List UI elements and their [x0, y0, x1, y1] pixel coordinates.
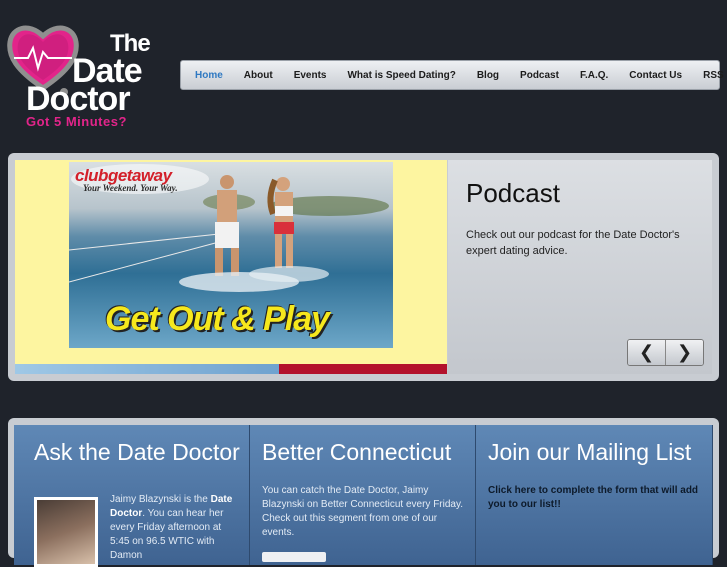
site-logo[interactable]: The Date Doctor Got 5 Minutes?	[6, 18, 166, 133]
main-nav: Home About Events What is Speed Dating? …	[180, 60, 724, 90]
mailing-column: Join our Mailing List Click here to comp…	[476, 425, 713, 565]
nav-rss[interactable]: RSS	[693, 70, 727, 81]
featured-slider: clubgetaway Your Weekend. Your Way. Get …	[8, 153, 719, 381]
ask-bio: Jaimy Blazynski is the Date Doctor. You …	[110, 493, 240, 563]
nav-speed-dating[interactable]: What is Speed Dating?	[337, 70, 466, 81]
video-thumbnail[interactable]	[262, 552, 326, 562]
mailing-list-link[interactable]: Click here to complete the form that wil…	[488, 484, 700, 512]
nav-contact[interactable]: Contact Us	[619, 70, 693, 81]
next-arrow-icon[interactable]: ❯	[665, 340, 703, 365]
nav-events[interactable]: Events	[283, 70, 337, 81]
nav-blog[interactable]: Blog	[466, 70, 509, 81]
nav-podcast[interactable]: Podcast	[510, 70, 570, 81]
ad-cta-text: Get Out & Play	[105, 300, 330, 338]
slide-caption: Podcast Check out our podcast for the Da…	[448, 160, 712, 374]
nav-home[interactable]: Home	[181, 70, 233, 81]
connecticut-title: Better Connecticut	[262, 439, 452, 465]
connecticut-column: Better Connecticut You can catch the Dat…	[250, 425, 476, 565]
logo-tagline: Got 5 Minutes?	[26, 114, 127, 129]
ask-column: Ask the Date Doctor Jaimy Blazynski is t…	[14, 425, 250, 567]
nav-faq[interactable]: F.A.Q.	[569, 70, 618, 81]
slide-text: Check out our podcast for the Date Docto…	[466, 229, 680, 257]
info-columns: Ask the Date Doctor Jaimy Blazynski is t…	[8, 418, 719, 567]
avatar	[34, 497, 98, 567]
nav-about[interactable]: About	[233, 70, 283, 81]
mailing-title: Join our Mailing List	[488, 439, 692, 465]
ask-title: Ask the Date Doctor	[34, 439, 240, 465]
slide-title: Podcast	[466, 178, 560, 208]
slide-bottom-strip	[15, 364, 447, 374]
bio-prefix: Jaimy Blazynski is the	[110, 494, 211, 505]
clubgetaway-ad-image[interactable]: clubgetaway Your Weekend. Your Way. Get …	[69, 162, 393, 348]
slider-controls: ❮ ❯	[627, 339, 704, 366]
prev-arrow-icon[interactable]: ❮	[628, 340, 665, 365]
slide-image-area: clubgetaway Your Weekend. Your Way. Get …	[15, 160, 447, 374]
connecticut-text: You can catch the Date Doctor, Jaimy Bla…	[262, 485, 464, 538]
